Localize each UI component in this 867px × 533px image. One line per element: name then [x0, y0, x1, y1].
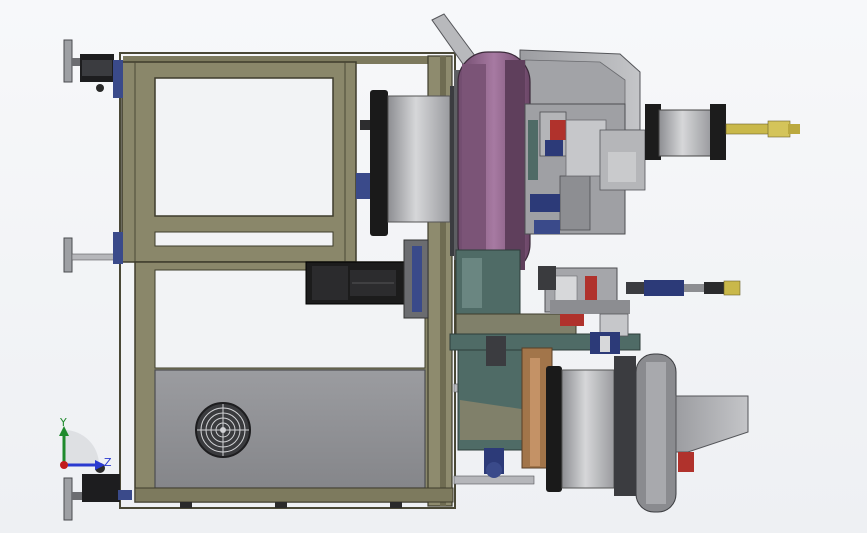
machine-assembly-drawing: Y Z: [59, 13, 800, 521]
purple-disc: [457, 51, 531, 275]
axis-z-label: Z: [104, 456, 112, 469]
cad-viewport[interactable]: Y Z: [0, 0, 867, 533]
top-cylinder: [645, 104, 800, 160]
lower-drum: [453, 336, 749, 513]
fan-grille-icon: [195, 402, 251, 458]
axis-y-label: Y: [59, 416, 67, 429]
coordinate-triad-icon: [59, 426, 105, 470]
